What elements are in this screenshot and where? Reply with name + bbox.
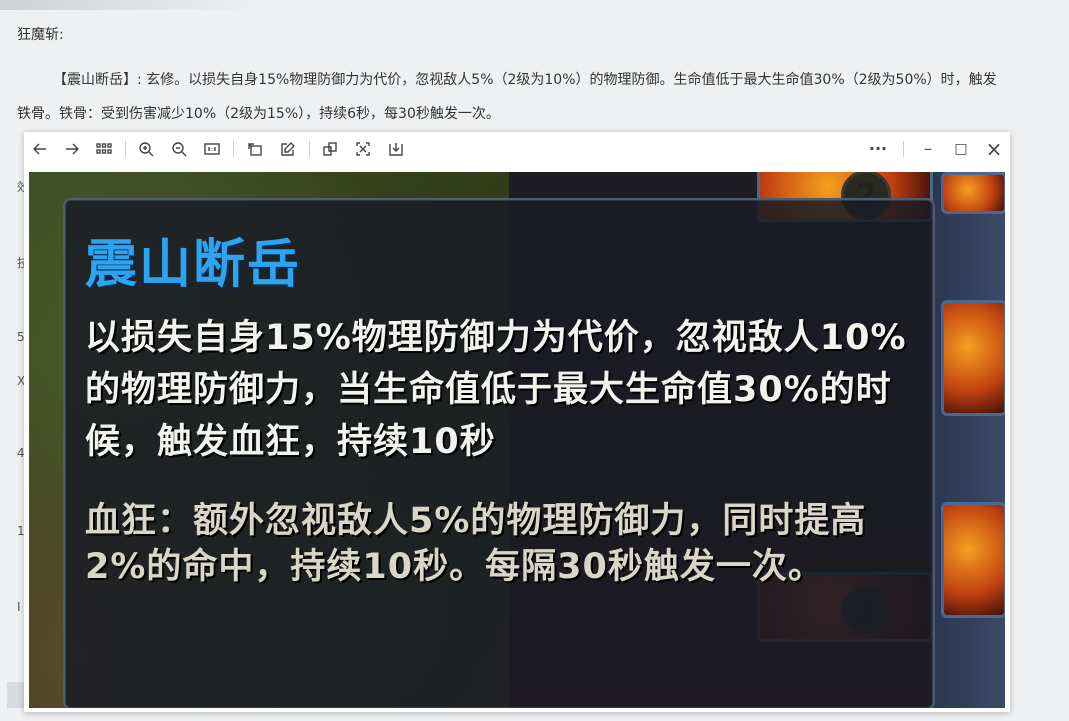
skill-description: 以损失自身15%物理防御力为代价，忽视敌人10%的物理防御力，当生命值低于最大生…: [85, 318, 907, 462]
skill-tooltip: 震山断岳 以损失自身15%物理防御力为代价，忽视敌人10%的物理防御力，当生命值…: [63, 198, 935, 708]
rotate-icon[interactable]: [243, 137, 267, 161]
toolbar-divider: [903, 141, 904, 157]
skill-slot: [941, 300, 1005, 416]
article-left-char: I: [17, 600, 21, 614]
actual-size-icon[interactable]: [200, 137, 224, 161]
grid-icon[interactable]: [92, 137, 116, 161]
viewer-toolbar: ··· – □ ×: [24, 132, 1010, 166]
minimize-icon[interactable]: –: [916, 137, 940, 161]
skill-slot: [941, 172, 1005, 214]
zoom-in-icon[interactable]: [134, 137, 158, 161]
skill-name: 震山断岳: [85, 234, 302, 295]
zoom-out-icon[interactable]: [167, 137, 191, 161]
toolbar-divider: [309, 141, 310, 157]
copy-icon[interactable]: [318, 137, 342, 161]
top-header-fade: [0, 0, 260, 10]
more-options-icon[interactable]: ···: [866, 137, 890, 161]
skill-sub-effect: 血狂：额外忽视敌人5%的物理防御力，同时提高2%的命中，持续10秒。每隔30秒触…: [85, 501, 867, 587]
article-section-title: 狂魔斩:: [17, 27, 64, 43]
skill-slot: [941, 502, 1005, 618]
back-arrow-icon[interactable]: [28, 137, 52, 161]
toolbar-divider: [233, 141, 234, 157]
close-icon[interactable]: ×: [982, 137, 1006, 161]
toolbar-divider: [125, 141, 126, 157]
edit-icon[interactable]: [276, 137, 300, 161]
image-canvas: 2 2 震山断岳 以损失自身15%物理防御力为代价，忽视敌人10%的物理防御力，…: [29, 172, 1005, 708]
forward-arrow-icon[interactable]: [60, 137, 84, 161]
scan-icon[interactable]: [351, 137, 375, 161]
maximize-icon[interactable]: □: [949, 137, 973, 161]
article-paragraph: 【震山断岳】: 玄修。以损失自身15%物理防御力为代价，忽视敌人5%（2级为10…: [17, 72, 997, 122]
download-icon[interactable]: [384, 137, 408, 161]
image-viewer-window: ··· – □ × 2 2 震山断岳 以损失自身15%物理防御力为代价，忽视敌人…: [24, 132, 1010, 712]
game-skill-bar: [929, 172, 1005, 708]
